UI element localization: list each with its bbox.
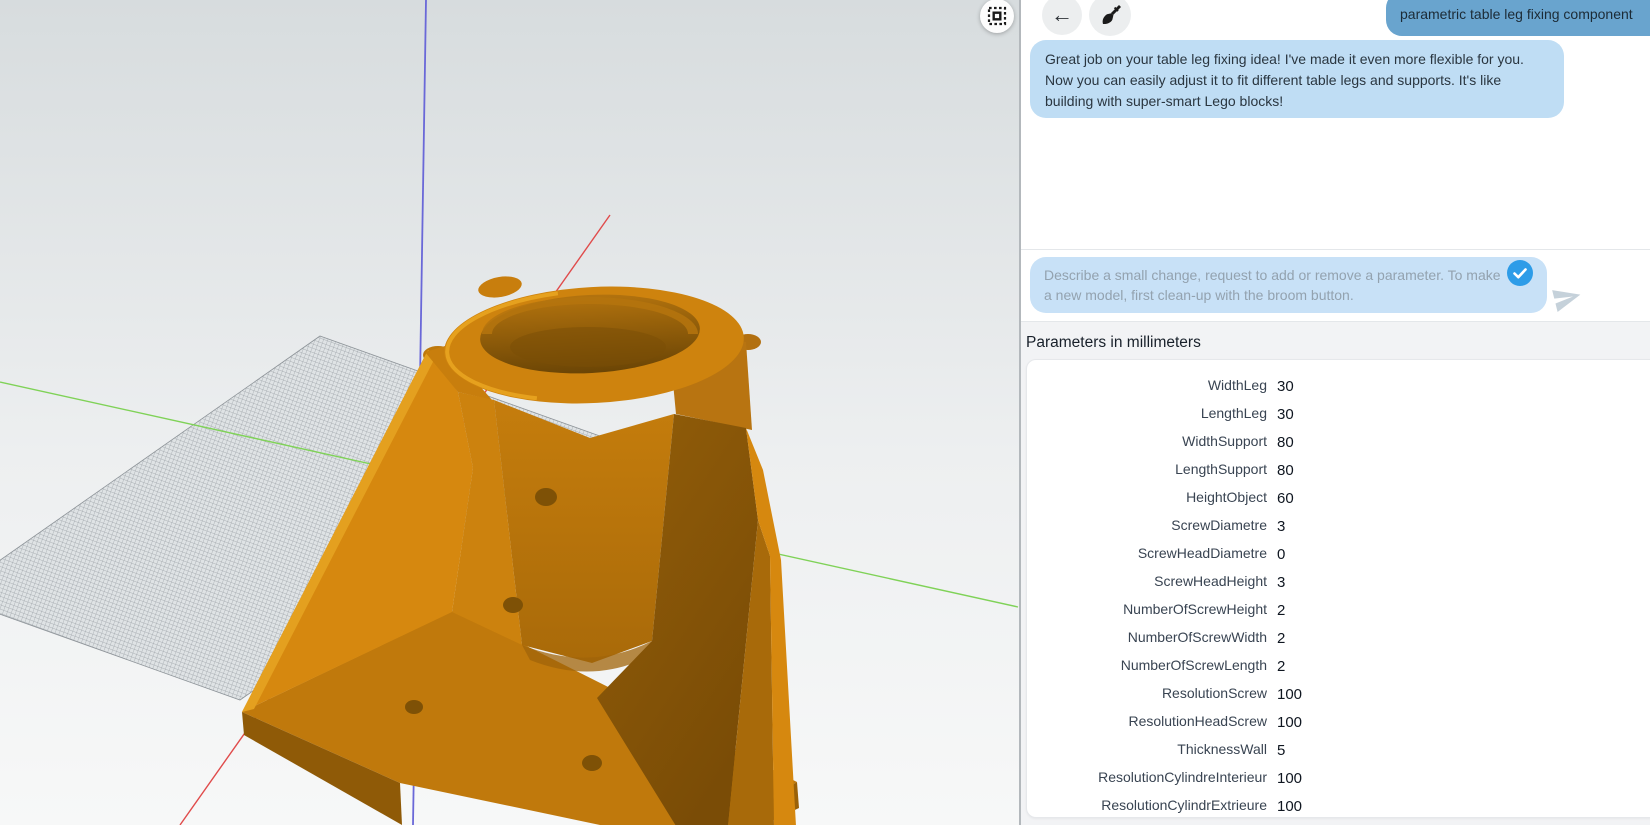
parameter-row: LengthSupport 80 bbox=[1027, 455, 1650, 483]
parameter-name-label: ResolutionHeadScrew bbox=[1128, 713, 1267, 729]
selection-tool-button[interactable] bbox=[980, 0, 1014, 33]
parameter-value-field[interactable]: 30 bbox=[1277, 378, 1294, 395]
parameter-value-field[interactable]: 80 bbox=[1277, 462, 1294, 479]
parameter-value-field[interactable]: 60 bbox=[1277, 490, 1294, 507]
parameter-row: ResolutionScrew 100 bbox=[1027, 679, 1650, 707]
parameter-name-label: ThicknessWall bbox=[1177, 741, 1267, 757]
assistant-message-bubble: Great job on your table leg fixing idea!… bbox=[1030, 40, 1564, 118]
assistant-message-text: Great job on your table leg fixing idea!… bbox=[1045, 51, 1524, 109]
parameter-row: HeightObject 60 bbox=[1027, 483, 1650, 511]
parameter-value-field[interactable]: 30 bbox=[1277, 406, 1294, 423]
parameter-value-field[interactable]: 3 bbox=[1277, 518, 1285, 535]
parameter-value-field[interactable]: 2 bbox=[1277, 658, 1285, 675]
selection-box-icon bbox=[987, 6, 1007, 26]
parameter-name-label: NumberOfScrewWidth bbox=[1127, 629, 1267, 645]
parameter-name-label: ResolutionScrew bbox=[1161, 685, 1267, 701]
parameter-value-field[interactable]: 80 bbox=[1277, 434, 1294, 451]
parameter-name-label: LengthLeg bbox=[1200, 405, 1267, 421]
parameter-row: ResolutionHeadScrew 100 bbox=[1027, 707, 1650, 735]
parameter-name-label: NumberOfScrewHeight bbox=[1123, 601, 1267, 617]
parameter-row: NumberOfScrewHeight 2 bbox=[1027, 595, 1650, 623]
parameter-name-label: ResolutionCylindreInterieur bbox=[1098, 769, 1267, 785]
side-panel: ← parametric table leg fixing component … bbox=[1021, 0, 1650, 825]
plate-screw-hole bbox=[582, 755, 602, 771]
parameter-row: NumberOfScrewWidth 2 bbox=[1027, 623, 1650, 651]
parameter-row: WidthLeg 30 bbox=[1027, 371, 1650, 399]
bore-shadow bbox=[510, 327, 666, 367]
chat-message-area: ← parametric table leg fixing component … bbox=[1021, 0, 1650, 249]
broom-icon bbox=[1102, 5, 1121, 25]
chat-input-area bbox=[1021, 249, 1650, 321]
parameter-row: ScrewDiametre 3 bbox=[1027, 511, 1650, 539]
parameter-value-field[interactable]: 2 bbox=[1277, 602, 1285, 619]
parameters-section: Parameters in millimeters WidthLeg 30 Le… bbox=[1021, 321, 1650, 825]
confirm-check-badge[interactable] bbox=[1507, 260, 1533, 286]
parameter-value-field[interactable]: 0 bbox=[1277, 546, 1285, 563]
parameter-name-label: ScrewHeadHeight bbox=[1154, 573, 1267, 589]
parameter-name-label: LengthSupport bbox=[1175, 461, 1267, 477]
send-icon[interactable] bbox=[1549, 280, 1585, 316]
plate-screw-hole bbox=[405, 700, 423, 714]
parameters-title: Parameters in millimeters bbox=[1026, 334, 1201, 351]
parameter-value-field[interactable]: 100 bbox=[1277, 714, 1302, 731]
parameter-value-field[interactable]: 100 bbox=[1277, 798, 1302, 815]
parameter-row: LengthLeg 30 bbox=[1027, 399, 1650, 427]
3d-scene-canvas[interactable] bbox=[0, 0, 1019, 825]
back-arrow-icon: ← bbox=[1051, 2, 1073, 27]
parameter-value-field[interactable]: 100 bbox=[1277, 770, 1302, 787]
parameter-row: ScrewHeadHeight 3 bbox=[1027, 567, 1650, 595]
parameter-row: WidthSupport 80 bbox=[1027, 427, 1650, 455]
parameter-row: ResolutionCylindrExtrieure 100 bbox=[1027, 791, 1650, 817]
parameter-name-label: WidthLeg bbox=[1207, 377, 1267, 393]
parameter-name-label: NumberOfScrewLength bbox=[1120, 657, 1267, 673]
parameters-card: WidthLeg 30 LengthLeg 30 WidthSupport 80 bbox=[1026, 359, 1650, 818]
parameter-name-label: ScrewDiametre bbox=[1171, 517, 1267, 533]
parameter-value-field[interactable]: 5 bbox=[1277, 742, 1285, 759]
broom-cleanup-button[interactable] bbox=[1089, 0, 1131, 36]
parameter-name-label: ResolutionCylindrExtrieure bbox=[1101, 797, 1267, 813]
chat-input-bubble[interactable] bbox=[1030, 257, 1547, 313]
parameter-value-field[interactable]: 3 bbox=[1277, 574, 1285, 591]
cad-chat-app: ← parametric table leg fixing component … bbox=[0, 0, 1650, 825]
back-button[interactable]: ← bbox=[1042, 0, 1082, 35]
parameter-row: ResolutionCylindreInterieur 100 bbox=[1027, 763, 1650, 791]
3d-viewport[interactable] bbox=[0, 0, 1019, 825]
parameter-row: ThicknessWall 5 bbox=[1027, 735, 1650, 763]
parameter-row: ScrewHeadDiametre 0 bbox=[1027, 539, 1650, 567]
parameter-value-field[interactable]: 2 bbox=[1277, 630, 1285, 647]
parameter-name-label: ScrewHeadDiametre bbox=[1137, 545, 1267, 561]
parameter-row: NumberOfScrewLength 2 bbox=[1027, 651, 1650, 679]
chat-input-field[interactable] bbox=[1030, 257, 1547, 313]
parameter-name-label: HeightObject bbox=[1186, 489, 1267, 505]
wall-screw-hole bbox=[535, 488, 557, 506]
user-message-bubble: parametric table leg fixing component bbox=[1386, 0, 1650, 36]
parameter-name-label: WidthSupport bbox=[1182, 433, 1267, 449]
wall-screw-hole bbox=[503, 597, 523, 613]
user-message-text: parametric table leg fixing component bbox=[1400, 6, 1633, 22]
parameter-value-field[interactable]: 100 bbox=[1277, 686, 1302, 703]
cylinder-wall bbox=[494, 400, 674, 663]
